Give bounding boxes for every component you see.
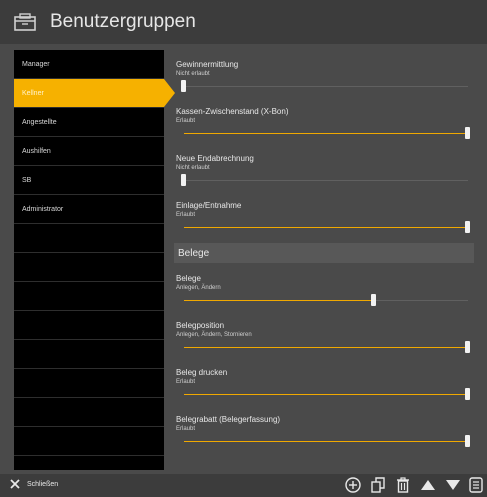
slider-thumb[interactable]	[465, 127, 470, 139]
permission-value: Erlaubt	[176, 379, 196, 385]
slider-fill	[184, 133, 468, 134]
user-groups-icon	[14, 13, 36, 31]
sidebar-item[interactable]	[14, 340, 164, 369]
slider-fill	[184, 300, 375, 301]
slider-thumb[interactable]	[465, 221, 470, 233]
permission-name: Belegposition	[176, 321, 225, 330]
permission-name: Einlage/Entnahme	[176, 201, 242, 210]
move-up-icon[interactable]	[420, 477, 436, 493]
slider-thumb[interactable]	[465, 435, 470, 447]
sidebar-item[interactable]	[14, 398, 164, 427]
sidebar-item[interactable]: Kellner	[14, 79, 175, 108]
slider-fill	[184, 394, 468, 395]
permission-value: Anlegen, Ändern, Stornieren	[176, 332, 252, 338]
permission-value: Anlegen, Ändern	[176, 285, 221, 291]
permission-row: Kassen-Zwischenstand (X-Bon) Erlaubt	[174, 99, 474, 146]
sidebar-item[interactable]: Administrator	[14, 195, 164, 224]
app-window: Benutzergruppen Manager Kellner Angestellt…	[0, 0, 487, 497]
close-label: Schließen	[27, 480, 59, 488]
move-down-icon[interactable]	[445, 477, 461, 493]
details-icon[interactable]	[468, 477, 484, 493]
permission-value: Erlaubt	[176, 212, 196, 218]
sidebar-item[interactable]	[14, 311, 164, 340]
permission-name: Beleg drucken	[176, 368, 228, 377]
permission-row: Belegposition Anlegen, Ändern, Stornieren	[174, 313, 474, 360]
permission-value: Nicht erlaubt	[176, 165, 210, 171]
slider-fill	[184, 441, 468, 442]
permissions-top: Gewinnermittlung Nicht erlaubt Kassen-Zwis…	[174, 52, 474, 240]
group-list: Manager Kellner Angestellte Aushilfen SB Admi…	[14, 50, 175, 470]
sidebar-item-label: SB	[22, 176, 32, 184]
permission-name: Belege	[176, 274, 201, 283]
permission-row: Gewinnermittlung Nicht erlaubt	[174, 52, 474, 99]
slider-thumb[interactable]	[465, 341, 470, 353]
delete-icon[interactable]	[395, 477, 411, 493]
permission-name: Belegrabatt (Belegerfassung)	[176, 415, 281, 424]
permission-name: Kassen-Zwischenstand (X-Bon)	[176, 107, 289, 116]
slider-fill	[184, 227, 468, 228]
permission-value: Erlaubt	[176, 426, 196, 432]
sidebar-item-label: Aushilfen	[22, 147, 51, 155]
section-header-belege: Belege	[174, 243, 474, 263]
slider-thumb[interactable]	[371, 294, 377, 306]
sidebar-item-label: Angestellte	[22, 118, 57, 126]
permission-name: Gewinnermittlung	[176, 60, 239, 69]
sidebar-item[interactable]	[14, 282, 164, 311]
close-icon	[10, 479, 20, 489]
permission-row: Belegrabatt (Belegerfassung) Erlaubt	[174, 407, 474, 454]
slider-fill	[184, 347, 468, 348]
footer-toolbar: Schließen	[0, 474, 487, 497]
slider-thumb[interactable]	[465, 388, 470, 400]
sidebar-item[interactable]: Aushilfen	[14, 137, 164, 166]
sidebar-item[interactable]	[14, 224, 164, 253]
sidebar-item-label: Manager	[22, 60, 50, 68]
sidebar-item-label: Administrator	[22, 205, 64, 213]
permissions-belege: Belege Anlegen, Ändern Belegposition Anlege…	[174, 266, 474, 454]
permission-value: Nicht erlaubt	[176, 71, 210, 77]
copy-icon[interactable]	[370, 477, 386, 493]
sidebar-item[interactable]	[14, 427, 164, 456]
header: Benutzergruppen	[0, 0, 487, 44]
close-button[interactable]: Schließen	[10, 479, 58, 489]
permission-name: Neue Endabrechnung	[176, 154, 254, 163]
slider-track[interactable]	[184, 86, 468, 87]
sidebar-item[interactable]: SB	[14, 166, 164, 195]
sidebar-item[interactable]	[14, 369, 164, 398]
page-title: Benutzergruppen	[50, 11, 196, 32]
sidebar-item-label: Kellner	[22, 89, 44, 97]
permission-value: Erlaubt	[176, 118, 196, 124]
add-icon[interactable]	[345, 477, 361, 493]
permission-row: Neue Endabrechnung Nicht erlaubt	[174, 146, 474, 193]
sidebar-item[interactable]	[14, 253, 164, 282]
slider-thumb[interactable]	[181, 174, 186, 186]
permissions-panel: Gewinnermittlung Nicht erlaubt Kassen-Zwis…	[174, 52, 474, 470]
slider-thumb[interactable]	[181, 80, 186, 92]
sidebar-item[interactable]: Angestellte	[14, 108, 164, 137]
permission-row: Beleg drucken Erlaubt	[174, 360, 474, 407]
sidebar-item[interactable]: Manager	[14, 50, 164, 79]
slider-track[interactable]	[184, 180, 468, 181]
permission-row: Belege Anlegen, Ändern	[174, 266, 474, 313]
permission-row: Einlage/Entnahme Erlaubt	[174, 193, 474, 240]
